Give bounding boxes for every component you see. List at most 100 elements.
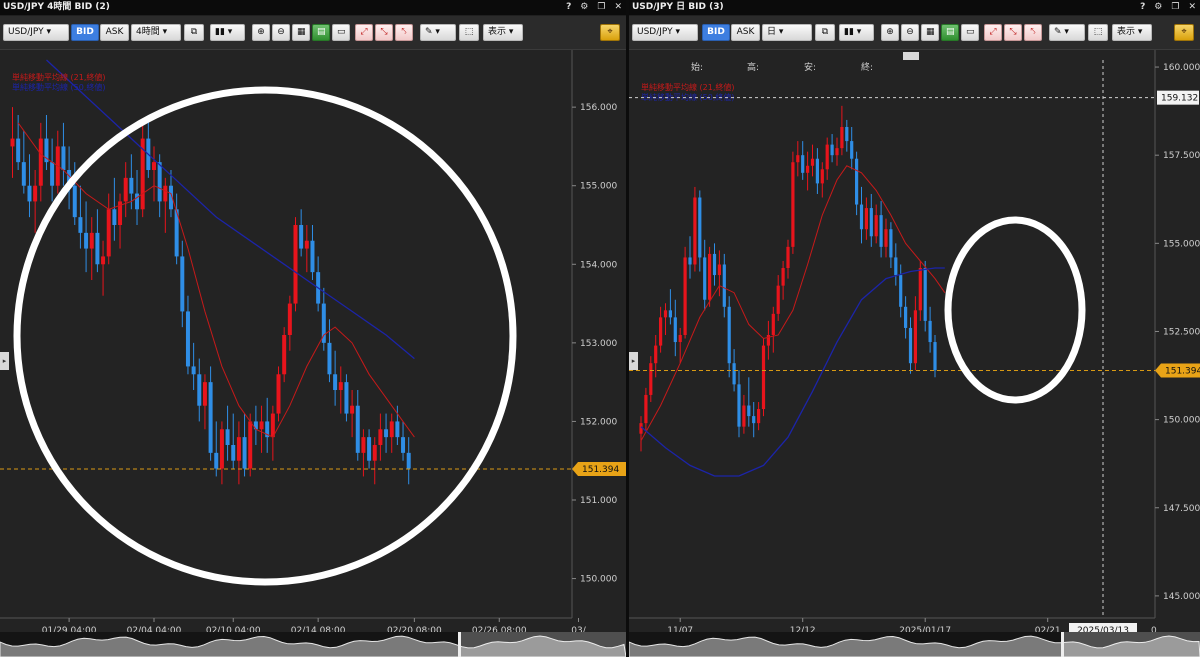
window-restore-icon[interactable]: ❐ [597, 0, 605, 15]
remove-indicator-icon[interactable]: ⤣ [395, 24, 413, 41]
candle-body [197, 374, 202, 406]
panel-icon[interactable]: ▭ [332, 24, 350, 41]
candle-body [810, 158, 815, 166]
crosshair-icon[interactable]: ⌖ [1174, 24, 1194, 41]
timeframe-select[interactable]: 日 [762, 24, 812, 41]
candle-body [688, 257, 692, 265]
candle-body [384, 429, 389, 438]
window-title: USD/JPY 日 BID (3) [632, 2, 724, 12]
zoom-out-icon[interactable]: ⊖ [901, 24, 919, 41]
zoom-out-icon[interactable]: ⊖ [272, 24, 290, 41]
candle-body [889, 229, 893, 258]
navigator-selection [458, 632, 626, 657]
navigator-bar[interactable] [0, 632, 626, 657]
navigator-bar[interactable] [629, 632, 1200, 657]
symbol-select[interactable]: USD/JPY [3, 24, 69, 41]
symbol-select[interactable]: USD/JPY [632, 24, 698, 41]
gear-icon[interactable]: ⚙ [580, 0, 588, 15]
navigator-overview[interactable] [0, 632, 626, 657]
candle-type-icon[interactable]: ▮▮ [839, 24, 874, 41]
candles [639, 105, 937, 452]
zoom-in-icon[interactable]: ⊕ [252, 24, 270, 41]
candle-body [781, 268, 785, 286]
chart-area[interactable]: 150.000 151.000 152.000 153.000 154.000 155.0… [0, 50, 626, 636]
candle-body [894, 257, 898, 276]
layout-icon[interactable]: ▤ [941, 24, 959, 41]
candle-body [350, 405, 355, 414]
grid-view-icon[interactable]: ▦ [921, 24, 939, 41]
legend-sma-21: 単純移動平均線 (21,終値) [12, 72, 106, 82]
candle-body [89, 232, 94, 249]
grid-view-icon[interactable]: ▦ [292, 24, 310, 41]
display-menu[interactable]: 表示 [483, 24, 523, 41]
bid-toggle[interactable]: BID [71, 24, 99, 41]
expand-handle-icon[interactable]: ▸ [0, 352, 9, 370]
candle-body [820, 169, 824, 184]
candle-body [236, 437, 241, 461]
legend-sma-21: 単純移動平均線 (21,終値) [641, 82, 735, 92]
screenshot-icon[interactable]: ⬚ [1088, 24, 1108, 41]
candle-body [786, 246, 790, 269]
timeframe-select[interactable]: 4時間 [131, 24, 181, 41]
link-icon[interactable]: ⧉ [184, 24, 204, 41]
price-chart[interactable]: 145.000 147.500 150.000 152.500 155.000 157.5… [629, 50, 1200, 637]
window-title-bar[interactable]: USD/JPY 4時間 BID (2) ? ⚙ ❐ ✕ [0, 0, 626, 15]
add-indicator-icon[interactable]: ⤢ [984, 24, 1002, 41]
question-icon[interactable]: ? [566, 0, 571, 15]
candle-type-icon[interactable]: ▮▮ [210, 24, 245, 41]
layout-icon[interactable]: ▤ [312, 24, 330, 41]
candle-body [304, 240, 309, 249]
candle-body [106, 209, 111, 257]
candle-body [825, 144, 829, 170]
display-menu[interactable]: 表示 [1112, 24, 1152, 41]
current-price-label: 151.394 [582, 465, 619, 475]
price-chart[interactable]: 150.000 151.000 152.000 153.000 154.000 155.0… [0, 50, 626, 636]
ask-toggle[interactable]: ASK [100, 24, 129, 41]
candle-body [654, 345, 658, 364]
candle-body [276, 374, 281, 414]
remove-indicator-icon[interactable]: ⤣ [1024, 24, 1042, 41]
zoom-in-icon[interactable]: ⊕ [881, 24, 899, 41]
link-icon[interactable]: ⧉ [815, 24, 835, 41]
screenshot-icon[interactable]: ⬚ [459, 24, 479, 41]
expand-handle-icon[interactable]: ▸ [629, 352, 638, 370]
candle-body [21, 162, 26, 186]
window-restore-icon[interactable]: ❐ [1171, 0, 1179, 15]
candle-body [101, 256, 106, 265]
candle-body [185, 311, 190, 367]
navigator-overview[interactable] [629, 632, 1200, 657]
window-title-bar[interactable]: USD/JPY 日 BID (3) ? ⚙ ❐ ✕ [629, 0, 1200, 15]
indicator-settings-icon[interactable]: ⤡ [1004, 24, 1022, 41]
question-icon[interactable]: ? [1140, 0, 1145, 15]
candle-body [372, 445, 377, 461]
candle-body [791, 162, 795, 247]
draw-tool-icon[interactable]: ✎ [1049, 24, 1085, 41]
candle-body [776, 285, 780, 314]
bid-toggle[interactable]: BID [702, 24, 730, 41]
close-icon[interactable]: ✕ [614, 0, 622, 15]
candle-body [879, 215, 883, 247]
indicator-settings-icon[interactable]: ⤡ [375, 24, 393, 41]
current-price-label: 151.394 [1165, 366, 1200, 376]
candle-body [248, 421, 253, 469]
candle-body [663, 310, 668, 318]
crosshair-icon[interactable]: ⌖ [600, 24, 620, 41]
add-indicator-icon[interactable]: ⤢ [355, 24, 373, 41]
candle-body [830, 144, 834, 156]
draw-tool-icon[interactable]: ✎ [420, 24, 456, 41]
candle-body [673, 317, 677, 343]
candle-body [129, 177, 134, 194]
gear-icon[interactable]: ⚙ [1154, 0, 1162, 15]
candle-body [163, 185, 168, 202]
candle-body [112, 209, 117, 225]
candle-body [928, 320, 932, 343]
candle-body [712, 253, 717, 276]
close-icon[interactable]: ✕ [1188, 0, 1196, 15]
ask-toggle[interactable]: ASK [731, 24, 760, 41]
panel-icon[interactable]: ▭ [961, 24, 979, 41]
chart-area[interactable]: 145.000 147.500 150.000 152.500 155.000 157.5… [629, 50, 1200, 637]
candle-body [180, 256, 185, 312]
candle-body [50, 162, 55, 186]
y-tick-label: 156.000 [580, 103, 617, 113]
candle-body [913, 310, 917, 364]
